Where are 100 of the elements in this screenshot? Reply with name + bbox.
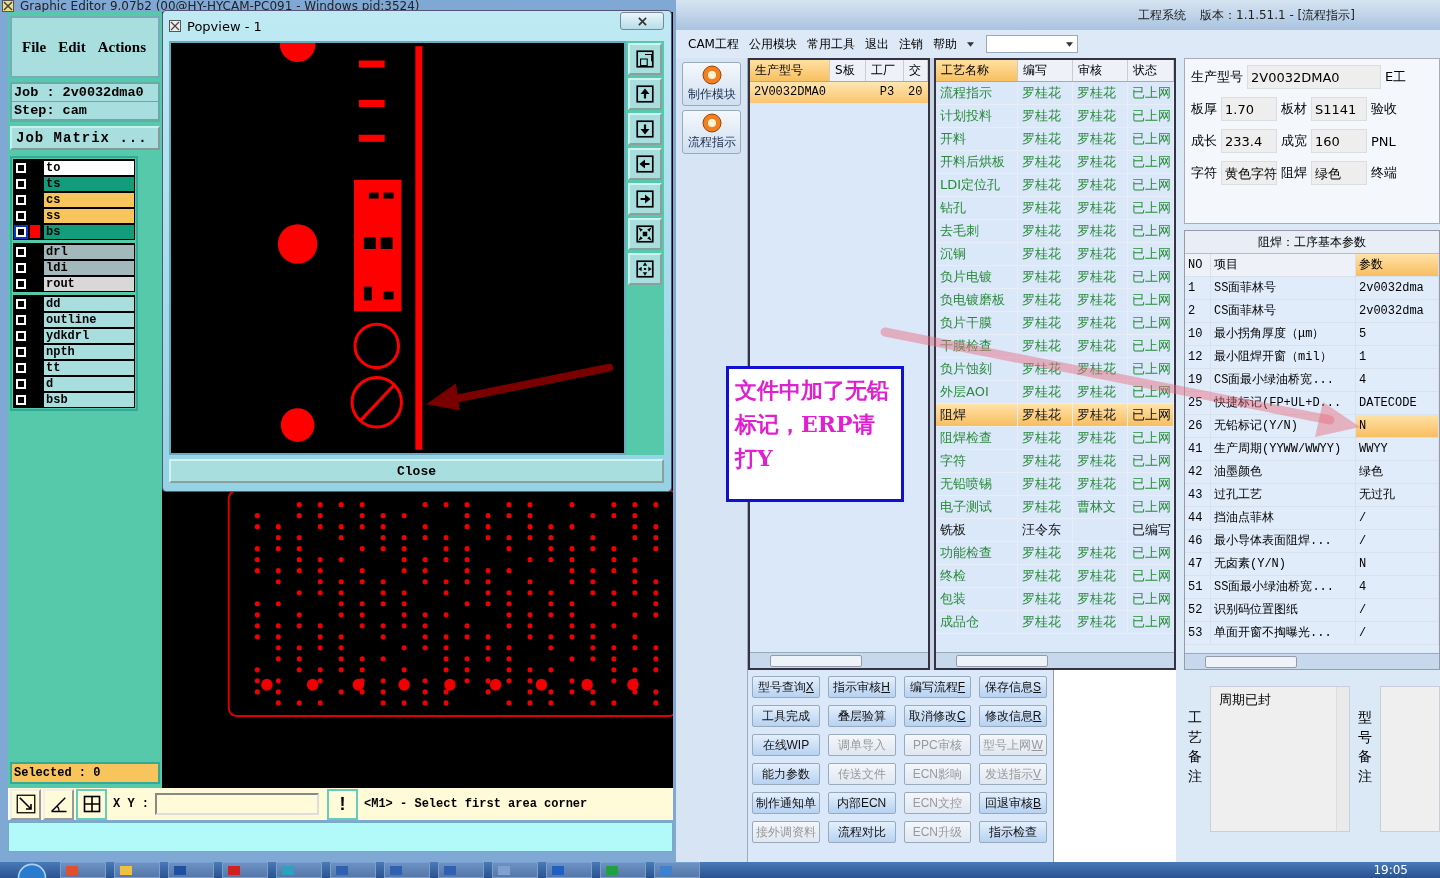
table-row[interactable]: 电子测试 罗桂花 曹林文 已上网 [936, 496, 1174, 519]
table-cell[interactable]: N [1356, 415, 1439, 437]
action-button[interactable]: 编写流程F [903, 676, 972, 698]
scrollbar[interactable] [1185, 653, 1439, 669]
column-header[interactable]: 审核 [1073, 60, 1128, 81]
action-button[interactable]: 指示审核H [827, 676, 896, 698]
menu-item[interactable]: 注销 [898, 35, 923, 53]
input-field[interactable]: 2V0032DMA0 [1247, 65, 1381, 89]
input-field[interactable]: 黄色字符 [1221, 161, 1277, 185]
action-button[interactable]: 流程对比 [827, 821, 896, 843]
layer-checkbox[interactable] [16, 278, 26, 289]
taskbar-button[interactable] [114, 862, 160, 878]
table-cell[interactable]: 5 [1356, 323, 1439, 345]
action-button[interactable]: 内部ECN [827, 792, 896, 814]
layer-checkbox[interactable] [16, 246, 26, 257]
layer-name[interactable]: tt [44, 360, 134, 375]
table-row[interactable]: 铣板 汪令东 已编写 [936, 519, 1174, 542]
table-row[interactable]: 终检 罗桂花 罗桂花 已上网 [936, 565, 1174, 588]
view-tool-button[interactable] [628, 253, 662, 285]
layer-checkbox[interactable] [16, 226, 26, 237]
table-cell[interactable]: 无过孔 [1356, 484, 1439, 506]
table-cell[interactable]: 2v0032dma [1356, 277, 1439, 299]
table-cell[interactable]: DATECODE [1356, 392, 1439, 414]
table-cell[interactable]: 2v0032dma [1356, 300, 1439, 322]
layer-name[interactable]: ydkdrl [44, 328, 134, 343]
table-cell[interactable]: 1 [1356, 346, 1439, 368]
menu-item[interactable]: Actions [97, 38, 146, 56]
layer-checkbox[interactable] [16, 346, 26, 357]
layer-checkbox[interactable] [16, 378, 26, 389]
coordinate-field[interactable] [155, 793, 319, 815]
input-field[interactable]: 233.4 [1221, 129, 1277, 153]
column-header[interactable]: 状态 [1128, 60, 1174, 81]
module-button[interactable]: 制作模块 [682, 62, 741, 106]
menu-item[interactable]: CAM工程 [688, 35, 739, 53]
action-button[interactable]: 型号查询X [752, 676, 820, 698]
remark-field[interactable]: 周期已封 [1210, 686, 1350, 832]
menu-item[interactable]: 常用工具 [806, 35, 855, 53]
input-field[interactable]: 160 [1311, 129, 1367, 153]
layer-checkbox[interactable] [16, 330, 26, 341]
layer-name[interactable]: bs [44, 224, 134, 239]
layer-name[interactable]: ts [44, 176, 134, 191]
layer-name[interactable]: ldi [44, 260, 134, 275]
action-button[interactable]: 能力参数 [752, 763, 820, 785]
layer-name[interactable]: drl [44, 244, 134, 259]
zoom-area-button[interactable] [10, 788, 41, 820]
table-row[interactable]: 负片电镀 罗桂花 罗桂花 已上网 [936, 266, 1174, 289]
view-tool-button[interactable] [628, 43, 662, 75]
layer-checkbox[interactable] [16, 178, 26, 189]
table-row[interactable]: 计划投料 罗桂花 罗桂花 已上网 [936, 105, 1174, 128]
layer-checkbox[interactable] [16, 210, 26, 221]
table-cell[interactable]: 4 [1356, 369, 1439, 391]
column-header[interactable]: S板 [830, 60, 866, 81]
table-row[interactable]: 包装 罗桂花 罗桂花 已上网 [936, 588, 1174, 611]
layer-checkbox[interactable] [16, 262, 26, 273]
alert-button[interactable]: ! [327, 788, 358, 820]
layer-name[interactable]: outline [44, 312, 134, 327]
action-button[interactable]: 制作通知单 [752, 792, 820, 814]
layer-checkbox[interactable] [16, 298, 26, 309]
close-button[interactable]: Close [169, 459, 664, 483]
table-cell[interactable]: 4 [1356, 576, 1439, 598]
action-button[interactable]: 在线WIP [752, 734, 820, 756]
menu-item[interactable]: Edit [58, 38, 86, 56]
grid-button[interactable] [76, 788, 107, 820]
table-row[interactable]: 无铅喷锡 罗桂花 罗桂花 已上网 [936, 473, 1174, 496]
table-row[interactable]: 开料 罗桂花 罗桂花 已上网 [936, 128, 1174, 151]
table-row[interactable]: LDI定位孔 罗桂花 罗桂花 已上网 [936, 174, 1174, 197]
table-row[interactable]: 沉铜 罗桂花 罗桂花 已上网 [936, 243, 1174, 266]
input-field[interactable]: S1141 [1311, 97, 1367, 121]
close-button[interactable] [620, 12, 664, 30]
layer-checkbox[interactable] [16, 314, 26, 325]
action-button[interactable]: 叠层验算 [827, 705, 896, 727]
table-cell[interactable]: / [1356, 530, 1439, 552]
job-matrix-button[interactable]: Job Matrix ... [10, 126, 160, 150]
layer-name[interactable]: rout [44, 276, 134, 291]
table-row[interactable]: 2V0032DMA0 P3 20 [750, 82, 928, 103]
layer-name[interactable]: dd [44, 296, 134, 311]
menu-item[interactable]: 退出 [864, 35, 889, 53]
layer-checkbox[interactable] [16, 194, 26, 205]
view-tool-button[interactable] [628, 218, 662, 250]
scrollbar[interactable] [936, 652, 1174, 668]
table-cell[interactable]: / [1356, 507, 1439, 529]
table-row[interactable]: 钻孔 罗桂花 罗桂花 已上网 [936, 197, 1174, 220]
action-button[interactable]: 回退审核B [979, 792, 1047, 814]
layer-checkbox[interactable] [16, 362, 26, 373]
taskbar-button[interactable] [168, 862, 214, 878]
table-cell[interactable]: 绿色 [1356, 461, 1439, 483]
column-header[interactable]: 交 [904, 60, 928, 81]
column-header[interactable]: 工艺名称 [936, 60, 1018, 81]
angle-button[interactable] [43, 788, 74, 820]
action-button[interactable]: 工具完成 [752, 705, 820, 727]
view-tool-button[interactable] [628, 113, 662, 145]
scrollbar[interactable] [750, 652, 928, 668]
table-row[interactable]: 负片蚀刻 罗桂花 罗桂花 已上网 [936, 358, 1174, 381]
layer-checkbox[interactable] [16, 162, 26, 173]
table-row[interactable]: 去毛刺 罗桂花 罗桂花 已上网 [936, 220, 1174, 243]
view-tool-button[interactable] [628, 148, 662, 180]
table-cell[interactable]: WWYY [1356, 438, 1439, 460]
column-header[interactable]: 工厂 [866, 60, 904, 81]
input-field[interactable]: 1.70 [1221, 97, 1277, 121]
menu-item[interactable]: 公用模块 [748, 35, 797, 53]
